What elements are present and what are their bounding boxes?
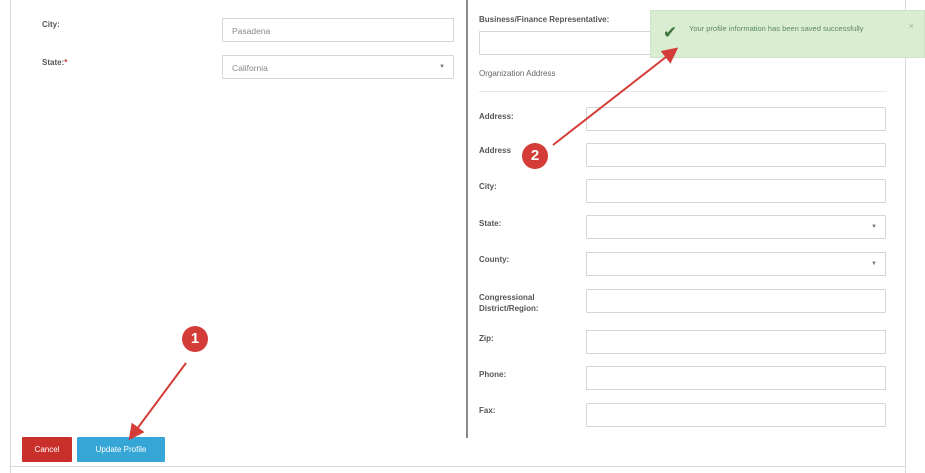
arrow-step-1 [128,362,187,441]
arrow-step-2 [552,47,679,146]
step-2-badge: 2 [522,143,548,169]
annotation-arrows [128,47,679,441]
step-1-badge: 1 [182,326,208,352]
